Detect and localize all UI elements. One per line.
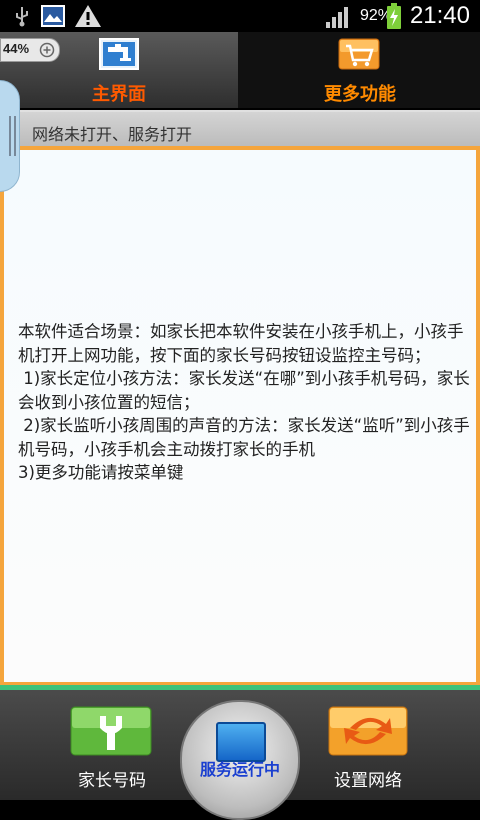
status-bar: 92% 21:40 <box>0 0 480 32</box>
status-notice-text: 网络未打开、服务打开 <box>32 125 193 144</box>
clock: 21:40 <box>409 2 470 29</box>
service-status-label: 服务运行中 <box>199 760 280 779</box>
warning-icon <box>75 5 101 27</box>
battery-charging-icon <box>387 3 401 29</box>
set-network-label: 设置网络 <box>334 771 402 791</box>
faucet-icon <box>99 38 139 70</box>
side-drawer-handle[interactable] <box>0 80 20 192</box>
parent-number-label: 家长号码 <box>78 771 146 791</box>
set-network-button[interactable]: 设置网络 <box>288 704 448 796</box>
content-panel: 本软件适合场景：如家长把本软件安装在小孩手机上，小孩手机打开上网功能，按下面的家… <box>0 146 480 686</box>
parent-number-button[interactable]: 家长号码 <box>32 704 192 796</box>
usb-icon <box>16 7 28 27</box>
cart-icon <box>338 38 380 70</box>
refresh-icon <box>328 706 408 756</box>
tab-main-label: 主界面 <box>92 84 146 105</box>
wrench-icon <box>70 706 152 756</box>
bottom-toolbar: 家长号码 服务运行中 设置网络 <box>0 690 480 820</box>
image-icon <box>41 5 65 27</box>
service-status-button[interactable]: 服务运行中 <box>180 700 300 820</box>
instructions-text: 本软件适合场景：如家长把本软件安装在小孩手机上，小孩手机打开上网功能，按下面的家… <box>18 322 470 482</box>
handle-grip-icon <box>9 116 16 156</box>
tab-more-features[interactable]: 更多功能 <box>240 32 480 108</box>
tab-more-label: 更多功能 <box>324 84 396 105</box>
battery-widget-percent: 44% <box>3 41 30 56</box>
plus-circle-icon <box>39 42 55 58</box>
battery-widget[interactable]: 44% <box>0 38 60 62</box>
signal-icon <box>326 7 348 28</box>
status-notice-bar: 网络未打开、服务打开 <box>0 110 480 150</box>
tab-bar: 主界面 更多功能 <box>0 32 480 108</box>
